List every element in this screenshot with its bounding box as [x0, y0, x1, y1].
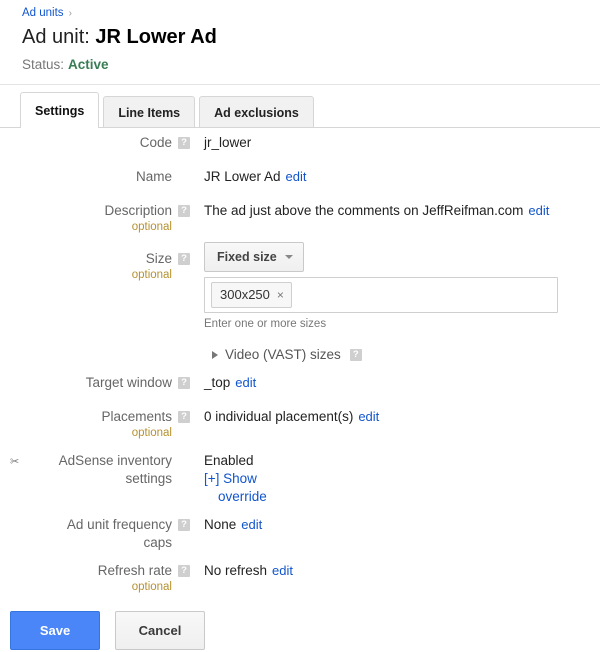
- cancel-button[interactable]: Cancel: [115, 611, 205, 650]
- label-target-window: Target window: [0, 374, 172, 392]
- size-mode-label: Fixed size: [217, 250, 277, 264]
- page-title: Ad unit: JR Lower Ad: [22, 24, 217, 50]
- size-chip-300x250: 300x250 ×: [211, 282, 292, 308]
- size-input[interactable]: 300x250 ×: [204, 277, 558, 313]
- value-name: JR Lower Ad edit: [204, 168, 592, 186]
- label-description: Description optional: [0, 202, 172, 235]
- label-frequency-caps-line2: caps: [143, 535, 172, 550]
- tab-ad-exclusions[interactable]: Ad exclusions: [199, 96, 314, 128]
- help-icon-frequency-caps[interactable]: ?: [178, 519, 190, 531]
- row-code: Code ? jr_lower: [0, 134, 600, 168]
- help-icon-placements[interactable]: ?: [178, 411, 190, 423]
- label-refresh-rate-text: Refresh rate: [97, 563, 172, 578]
- label-description-text: Description: [104, 203, 172, 218]
- triangle-right-icon[interactable]: [212, 351, 218, 359]
- value-adsense-inventory: Enabled [+] Show override: [204, 452, 592, 506]
- row-placements: Placements optional ? 0 individual place…: [0, 408, 600, 452]
- value-target-window-text: _top: [204, 375, 231, 390]
- value-frequency-caps-text: None: [204, 517, 237, 532]
- value-target-window: _top edit: [204, 374, 592, 392]
- label-adsense-inventory-text: AdSense inventory settings: [58, 453, 172, 486]
- edit-link-frequency-caps[interactable]: edit: [241, 517, 262, 532]
- edit-link-description[interactable]: edit: [528, 203, 549, 218]
- edit-link-name[interactable]: edit: [286, 169, 307, 184]
- edit-link-refresh-rate[interactable]: edit: [272, 563, 293, 578]
- help-icon-vast-sizes[interactable]: ?: [349, 349, 362, 361]
- value-name-text: JR Lower Ad: [204, 169, 281, 184]
- vast-sizes-disclosure[interactable]: Video (VAST) sizes ?: [212, 346, 592, 364]
- row-target-window: Target window ? _top edit: [0, 374, 600, 408]
- size-mode-dropdown[interactable]: Fixed size: [204, 242, 304, 272]
- label-size-text: Size: [145, 251, 172, 266]
- label-placements-text: Placements: [101, 409, 172, 424]
- label-placements: Placements optional: [0, 408, 172, 441]
- label-name: Name: [0, 168, 172, 186]
- label-frequency-caps: Ad unit frequency caps: [0, 516, 172, 552]
- row-description: Description optional ? The ad just above…: [0, 202, 600, 242]
- row-adsense-inventory: ✂ AdSense inventory settings Enabled [+]…: [0, 452, 600, 516]
- breadcrumb-link-ad-units[interactable]: Ad units: [22, 7, 64, 19]
- edit-link-target-window[interactable]: edit: [235, 375, 256, 390]
- value-placements-text: 0 individual placement(s): [204, 409, 354, 424]
- size-hint-text: Enter one or more sizes: [204, 318, 327, 330]
- label-size: Size optional: [0, 250, 172, 283]
- label-adsense-inventory: AdSense inventory settings: [18, 452, 172, 488]
- value-size: Fixed size 300x250 × Enter one or more s…: [204, 242, 592, 364]
- save-button[interactable]: Save: [10, 611, 100, 650]
- show-override-line2[interactable]: override: [204, 488, 592, 506]
- value-refresh-rate-text: No refresh: [204, 563, 268, 578]
- row-refresh-rate: Refresh rate optional ? No refresh edit: [0, 562, 600, 606]
- tab-line-items[interactable]: Line Items: [103, 96, 196, 128]
- label-refresh-rate-optional: optional: [131, 581, 172, 593]
- header-divider: [0, 84, 600, 85]
- status-row: Status: Active: [22, 56, 109, 74]
- help-icon-target-window[interactable]: ?: [178, 377, 190, 389]
- status-badge: Active: [68, 57, 109, 72]
- label-target-window-text: Target window: [85, 375, 172, 390]
- help-icon-code[interactable]: ?: [178, 137, 190, 149]
- label-name-text: Name: [135, 169, 172, 184]
- show-override-link-continued[interactable]: override: [218, 489, 267, 504]
- settings-form: Code ? jr_lower Name JR Lower Ad edit Des…: [0, 134, 600, 606]
- page-title-name: JR Lower Ad: [95, 26, 217, 48]
- tab-active-baseline-cover: [21, 127, 91, 129]
- row-name: Name JR Lower Ad edit: [0, 168, 600, 202]
- edit-link-placements[interactable]: edit: [358, 409, 379, 424]
- value-placements: 0 individual placement(s) edit: [204, 408, 592, 426]
- value-description-text: The ad just above the comments on JeffRe…: [204, 203, 524, 218]
- label-size-optional: optional: [131, 269, 172, 281]
- value-code: jr_lower: [204, 134, 592, 152]
- value-description: The ad just above the comments on JeffRe…: [204, 202, 592, 220]
- form-actions: Save Cancel: [10, 611, 205, 650]
- breadcrumb-separator-icon: ›: [68, 8, 72, 19]
- row-size: Size optional ? Fixed size 300x250 × Ent…: [0, 242, 600, 374]
- breadcrumb: Ad units ›: [22, 6, 72, 21]
- vast-sizes-label: Video (VAST) sizes: [225, 347, 341, 362]
- label-code: Code: [0, 134, 172, 152]
- size-chip-label: 300x250: [220, 287, 270, 302]
- chevron-down-icon: [284, 255, 293, 259]
- show-override-link[interactable]: [+] Show: [204, 471, 257, 486]
- label-frequency-caps-line1: Ad unit frequency: [66, 517, 172, 532]
- label-description-optional: optional: [131, 221, 172, 233]
- status-label: Status:: [22, 57, 65, 72]
- value-refresh-rate: No refresh edit: [204, 562, 592, 580]
- ad-unit-settings-page: Ad units › Ad unit: JR Lower Ad Status: Ac…: [0, 0, 600, 652]
- row-frequency-caps: Ad unit frequency caps ? None edit: [0, 516, 600, 562]
- value-frequency-caps: None edit: [204, 516, 592, 534]
- help-icon-size[interactable]: ?: [178, 253, 190, 265]
- tab-bar: Settings Line Items Ad exclusions: [20, 92, 314, 128]
- close-icon[interactable]: ×: [277, 287, 284, 303]
- page-title-prefix: Ad unit:: [22, 26, 90, 48]
- value-adsense-enabled: Enabled: [204, 453, 254, 468]
- show-override-line1[interactable]: [+] Show: [204, 470, 592, 488]
- label-refresh-rate: Refresh rate optional: [0, 562, 172, 595]
- value-code-text: jr_lower: [204, 135, 252, 150]
- label-code-text: Code: [139, 135, 172, 150]
- help-icon-refresh-rate[interactable]: ?: [178, 565, 190, 577]
- help-icon-description[interactable]: ?: [178, 205, 190, 217]
- label-placements-optional: optional: [131, 427, 172, 439]
- tab-settings[interactable]: Settings: [20, 92, 100, 128]
